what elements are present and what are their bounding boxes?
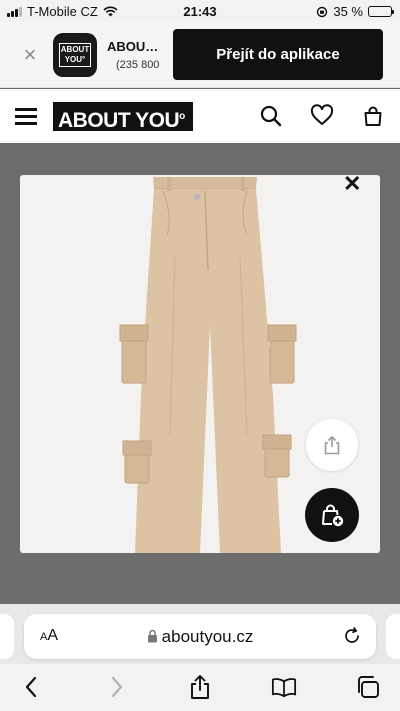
product-image-modal: ✕ (20, 175, 380, 553)
battery-percent: 35 % (333, 4, 363, 19)
bookmarks-icon (271, 678, 297, 698)
share-page-button[interactable] (187, 674, 213, 700)
safari-address-area: AA aboutyou.cz (0, 604, 400, 664)
share-product-button[interactable] (306, 419, 358, 471)
app-name: ABOU… (107, 39, 159, 54)
status-bar-left: T-Mobile CZ (7, 4, 118, 19)
tabs-icon (358, 676, 379, 698)
tabs-button[interactable] (355, 674, 381, 700)
address-bar[interactable]: AA aboutyou.cz (24, 614, 376, 659)
back-icon (25, 676, 37, 698)
status-bar-right: 35 % (316, 4, 394, 19)
share-icon (324, 435, 340, 455)
app-icon-logo: ABOUT YOU° (59, 43, 91, 67)
share-icon (191, 675, 209, 699)
app-rating-count: (235 800 (116, 59, 160, 71)
app-icon[interactable]: ABOUT YOU° (53, 33, 97, 77)
about-you-logo[interactable]: ABOUT YOUo (53, 102, 193, 132)
cellular-signal-icon (7, 6, 22, 17)
wifi-icon (103, 6, 118, 17)
menu-icon[interactable] (15, 108, 37, 125)
shopping-bag-icon[interactable] (361, 104, 385, 128)
add-to-bag-icon (322, 504, 344, 527)
bookmarks-button[interactable] (271, 674, 297, 700)
previous-tab-peek[interactable] (0, 614, 14, 659)
back-button[interactable] (18, 674, 44, 700)
banner-close-icon[interactable]: × (19, 44, 41, 66)
carrier-name: T-Mobile CZ (27, 4, 98, 19)
lock-icon (147, 629, 157, 643)
site-header: ABOUT YOUo (0, 89, 400, 143)
open-app-button[interactable]: Přejít do aplikace (173, 29, 383, 80)
add-to-bag-button[interactable] (305, 488, 359, 542)
battery-icon (368, 6, 394, 17)
smart-app-banner: × ABOUT YOU° ABOU… (235 800 Přejít do ap… (0, 22, 400, 88)
forward-button[interactable] (104, 674, 130, 700)
next-tab-peek[interactable] (386, 614, 400, 659)
reload-icon[interactable] (342, 626, 362, 646)
product-image-cargo-pants[interactable] (115, 175, 305, 553)
heart-icon[interactable] (310, 104, 334, 128)
close-modal-icon[interactable]: ✕ (343, 175, 361, 195)
safari-toolbar (0, 664, 400, 711)
search-icon[interactable] (259, 104, 283, 128)
forward-icon (111, 676, 123, 698)
status-bar: T-Mobile CZ 21:43 35 % (0, 0, 400, 22)
orientation-lock-icon (317, 6, 328, 17)
url-display[interactable]: aboutyou.cz (24, 627, 376, 647)
